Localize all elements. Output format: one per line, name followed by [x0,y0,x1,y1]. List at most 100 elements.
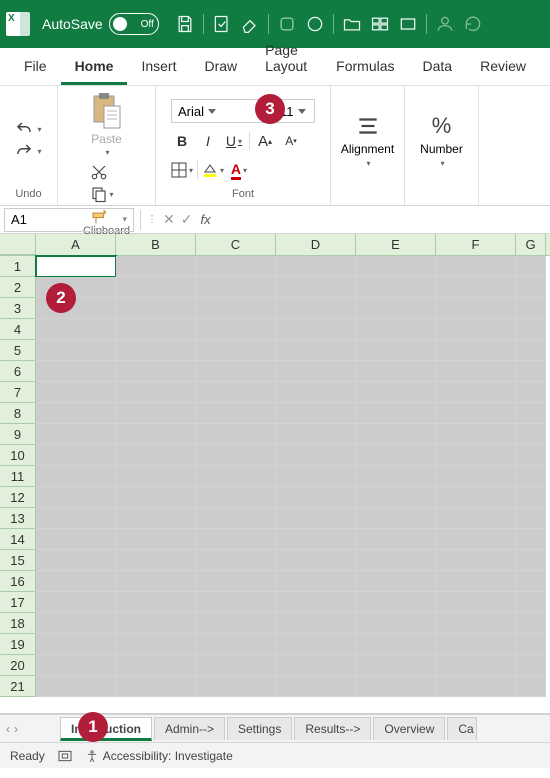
cell[interactable] [36,592,116,613]
cell[interactable] [356,655,436,676]
col-header[interactable]: D [276,234,356,255]
cell[interactable] [116,676,196,697]
redo-button[interactable]: ▾ [15,142,41,160]
row-header[interactable]: 19 [0,634,36,655]
col-header[interactable]: B [116,234,196,255]
cell[interactable] [276,550,356,571]
cell[interactable] [116,592,196,613]
cell[interactable] [516,361,546,382]
col-header[interactable]: F [436,234,516,255]
cell[interactable] [36,361,116,382]
cell[interactable] [36,550,116,571]
cell[interactable] [196,277,276,298]
cell[interactable] [116,277,196,298]
col-header[interactable]: E [356,234,436,255]
cell[interactable] [196,508,276,529]
cell[interactable] [276,340,356,361]
cell[interactable] [36,634,116,655]
alignment-button[interactable]: Alignment ▾ [341,92,394,188]
cell[interactable] [356,592,436,613]
cell[interactable] [276,382,356,403]
spreadsheet-grid[interactable]: A B C D E F G 12345678910111213141516171… [0,234,550,714]
row-header[interactable]: 7 [0,382,36,403]
cell[interactable] [36,445,116,466]
row-header[interactable]: 12 [0,487,36,508]
row-header[interactable]: 9 [0,424,36,445]
cell[interactable] [116,466,196,487]
row-header[interactable]: 1 [0,256,36,277]
cell[interactable] [36,382,116,403]
grow-font-button[interactable]: A▴ [254,130,276,152]
cell[interactable] [196,613,276,634]
row-header[interactable]: 5 [0,340,36,361]
cell[interactable] [196,466,276,487]
borders-button[interactable]: ▾ [171,159,193,181]
italic-button[interactable]: I [197,130,219,152]
cell[interactable] [436,256,516,277]
cell[interactable] [356,424,436,445]
cell[interactable] [356,508,436,529]
undo-button[interactable]: ▾ [15,120,41,138]
cell[interactable] [516,655,546,676]
cell[interactable] [36,508,116,529]
tab-home[interactable]: Home [61,50,128,85]
cell[interactable] [276,403,356,424]
tab-data[interactable]: Data [409,50,467,85]
cell[interactable] [436,529,516,550]
fx-button[interactable]: fx [200,212,210,227]
cell[interactable] [36,676,116,697]
cell[interactable] [276,655,356,676]
cell[interactable] [356,340,436,361]
cell[interactable] [116,550,196,571]
sheet-next-button[interactable]: › [14,722,18,736]
refresh-icon[interactable] [463,14,483,34]
tab-insert[interactable]: Insert [127,50,190,85]
cell[interactable] [116,298,196,319]
cell[interactable] [516,592,546,613]
cell[interactable] [356,256,436,277]
cell[interactable] [516,382,546,403]
bold-button[interactable]: B [171,130,193,152]
cell[interactable] [436,634,516,655]
cell[interactable] [356,361,436,382]
cell[interactable] [516,487,546,508]
cell[interactable] [196,571,276,592]
cell[interactable] [116,571,196,592]
cell[interactable] [196,256,276,277]
cell[interactable] [516,676,546,697]
cell[interactable] [516,508,546,529]
cell[interactable] [276,634,356,655]
row-header[interactable]: 2 [0,277,36,298]
cancel-icon[interactable]: ✕ [163,211,175,228]
autosave-toggle[interactable]: Off [109,13,159,35]
cell[interactable] [196,529,276,550]
underline-button[interactable]: U▾ [223,130,245,152]
cell[interactable] [36,256,116,277]
cell[interactable] [356,277,436,298]
font-color-button[interactable]: A▾ [228,159,250,181]
cell[interactable] [276,592,356,613]
cell[interactable] [116,529,196,550]
save-icon[interactable] [175,14,195,34]
cell[interactable] [276,676,356,697]
cell[interactable] [36,613,116,634]
circle-icon[interactable] [305,14,325,34]
cell[interactable] [516,256,546,277]
cell[interactable] [356,613,436,634]
cell[interactable] [436,298,516,319]
cell[interactable] [116,403,196,424]
macro-icon[interactable] [57,748,73,764]
person-icon[interactable] [435,14,455,34]
tab-review[interactable]: Review [466,50,540,85]
cell[interactable] [436,592,516,613]
cell[interactable] [436,613,516,634]
tab-file[interactable]: File [10,50,61,85]
grid-icon[interactable] [370,14,390,34]
cut-icon[interactable] [90,163,108,181]
check-doc-icon[interactable] [212,14,232,34]
sheet-tab-settings[interactable]: Settings [227,717,292,740]
cell[interactable] [36,319,116,340]
cell[interactable] [36,655,116,676]
cell[interactable] [436,340,516,361]
cell[interactable] [276,319,356,340]
